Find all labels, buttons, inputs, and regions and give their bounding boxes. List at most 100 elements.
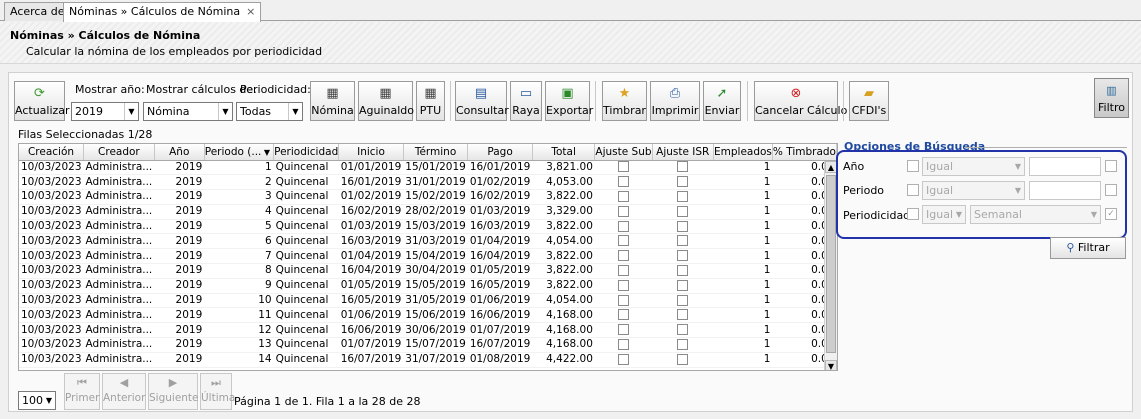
- row-checkbox[interactable]: [617, 220, 629, 232]
- row-checkbox[interactable]: [617, 190, 629, 202]
- consultar-button[interactable]: ▤ Consultar: [455, 81, 509, 121]
- search-anio-input[interactable]: [1029, 157, 1101, 176]
- row-checkbox[interactable]: [617, 324, 629, 336]
- search-anio-value-checkbox[interactable]: [1105, 160, 1117, 172]
- column-header[interactable]: Periodo (... ▼: [204, 144, 275, 161]
- primer-button[interactable]: ⏮ Primer: [64, 373, 100, 410]
- column-header[interactable]: Pago: [467, 144, 533, 161]
- row-checkbox[interactable]: [617, 309, 629, 321]
- calculos-table[interactable]: Creación Creador Año Periodo (... ▼ Periodic…: [18, 143, 838, 371]
- table-row[interactable]: 10/03/2023 Administra... 2019 11 Quincenal 01…: [19, 307, 837, 324]
- page-size-select[interactable]: 100 ▼: [18, 391, 56, 410]
- table-row[interactable]: 10/03/2023 Administra... 2019 2 Quincenal 16/…: [19, 174, 837, 191]
- column-header[interactable]: Creación: [19, 144, 85, 161]
- row-checkbox[interactable]: [677, 353, 689, 365]
- cancelar-calculo-button[interactable]: ⊗ Cancelar Cálculo: [754, 81, 847, 121]
- search-periodicidad-value-select[interactable]: Semanal ▼: [970, 205, 1101, 224]
- table-cell: 2019: [154, 248, 205, 265]
- anio-select[interactable]: 2019 ▼: [71, 102, 139, 121]
- search-periodicidad-operator[interactable]: Igual ▼: [922, 205, 966, 224]
- row-checkbox[interactable]: [617, 279, 629, 291]
- row-checkbox[interactable]: [677, 161, 689, 173]
- row-checkbox[interactable]: [617, 176, 629, 188]
- column-header[interactable]: Empleados: [713, 144, 773, 161]
- row-checkbox[interactable]: [677, 294, 689, 306]
- row-checkbox[interactable]: [617, 235, 629, 247]
- column-header[interactable]: Término: [403, 144, 469, 161]
- row-checkbox[interactable]: [677, 205, 689, 217]
- raya-button[interactable]: ▭ Raya: [510, 81, 542, 121]
- enviar-button[interactable]: ➚ Enviar: [703, 81, 741, 121]
- cfdis-button[interactable]: ▰ CFDI's: [849, 81, 889, 121]
- search-periodicidad-value-checkbox[interactable]: ✓: [1105, 208, 1117, 220]
- table-row[interactable]: 10/03/2023 Administra... 2019 7 Quincenal 01/…: [19, 248, 837, 265]
- exportar-button[interactable]: ▣ Exportar: [545, 81, 593, 121]
- anterior-button[interactable]: ◀ Anterior: [102, 373, 146, 410]
- column-header[interactable]: Ajuste ISR: [652, 144, 715, 161]
- column-header[interactable]: Ajuste Sub: [594, 144, 653, 161]
- row-checkbox[interactable]: [677, 324, 689, 336]
- table-row[interactable]: 10/03/2023 Administra... 2019 5 Quincenal 01/…: [19, 219, 837, 235]
- search-periodo-input[interactable]: [1029, 181, 1101, 200]
- search-periodo-operator[interactable]: Igual ▼: [922, 181, 1025, 200]
- table-row[interactable]: 10/03/2023 Administra... 2019 8 Quincenal 16/…: [19, 263, 837, 279]
- scroll-down-icon[interactable]: ▼: [825, 360, 837, 370]
- column-header[interactable]: Creador: [83, 144, 155, 161]
- search-periodicidad-checkbox[interactable]: [907, 208, 919, 220]
- timbrar-button[interactable]: ★ Timbrar: [602, 81, 647, 121]
- table-cell: 16/04/2019: [467, 248, 533, 265]
- table-row[interactable]: 10/03/2023 Administra... 2019 12 Quincenal 16…: [19, 322, 837, 339]
- table-row[interactable]: 10/03/2023 Administra... 2019 4 Quincenal 16/…: [19, 204, 837, 220]
- column-header[interactable]: Año: [154, 144, 205, 161]
- row-checkbox[interactable]: [677, 250, 689, 262]
- imprimir-button[interactable]: ⎙ Imprimir: [650, 81, 700, 121]
- row-checkbox[interactable]: [617, 264, 629, 276]
- aguinaldo-button[interactable]: ▦ Aguinaldo: [358, 81, 414, 121]
- table-row[interactable]: 10/03/2023 Administra... 2019 1 Quincenal 01/…: [19, 160, 837, 176]
- row-checkbox[interactable]: [677, 279, 689, 291]
- filtrar-button[interactable]: ⚲ Filtrar: [1050, 237, 1126, 259]
- row-checkbox[interactable]: [677, 309, 689, 321]
- table-row[interactable]: 10/03/2023 Administra... 2019 10 Quincenal 16…: [19, 293, 837, 309]
- table-cell: 3,329.00: [532, 204, 595, 220]
- tab-acerca-de[interactable]: Acerca de: [4, 2, 71, 21]
- row-checkbox[interactable]: [617, 353, 629, 365]
- column-header[interactable]: Periodicidad: [273, 144, 340, 161]
- row-checkbox[interactable]: [617, 205, 629, 217]
- table-row[interactable]: 10/03/2023 Administra... 2019 3 Quincenal 01/…: [19, 189, 837, 205]
- tab-calculos-nomina[interactable]: Nóminas » Cálculos de Nómina ×: [63, 2, 262, 22]
- table-cell: 31/01/2019: [403, 174, 468, 191]
- row-checkbox[interactable]: [617, 294, 629, 306]
- siguiente-button[interactable]: ▶ Siguiente: [148, 373, 199, 410]
- row-checkbox[interactable]: [677, 264, 689, 276]
- nomina-button[interactable]: ▦ Nómina: [310, 81, 355, 121]
- table-cell: Administra...: [83, 322, 155, 339]
- filtro-toggle-button[interactable]: ▥ Filtro: [1094, 78, 1129, 118]
- table-row[interactable]: 10/03/2023 Administra... 2019 13 Quincenal 01…: [19, 337, 837, 353]
- scroll-thumb[interactable]: [826, 175, 836, 353]
- search-periodo-checkbox[interactable]: [907, 184, 919, 196]
- row-checkbox[interactable]: [677, 176, 689, 188]
- actualizar-button[interactable]: ⟳ Actualizar: [14, 81, 70, 121]
- ultima-button[interactable]: ⏭ Última: [200, 373, 235, 410]
- periodicidad-select[interactable]: Todas ▼: [236, 102, 303, 121]
- table-row[interactable]: 10/03/2023 Administra... 2019 9 Quincenal 01/…: [19, 278, 837, 294]
- search-anio-operator[interactable]: Igual ▼: [922, 157, 1025, 176]
- column-header[interactable]: Total: [532, 144, 596, 161]
- row-checkbox[interactable]: [677, 220, 689, 232]
- close-icon[interactable]: ×: [246, 5, 255, 18]
- table-row[interactable]: 10/03/2023 Administra... 2019 14 Quincenal 16…: [19, 352, 837, 368]
- row-checkbox[interactable]: [677, 235, 689, 247]
- row-checkbox[interactable]: [677, 190, 689, 202]
- ptu-button[interactable]: ▦ PTU: [416, 81, 445, 121]
- row-checkbox[interactable]: [677, 338, 689, 350]
- search-anio-checkbox[interactable]: [907, 160, 919, 172]
- calculos-select[interactable]: Nómina ▼: [143, 102, 233, 121]
- row-checkbox[interactable]: [617, 250, 629, 262]
- column-header[interactable]: Inicio: [338, 144, 404, 161]
- column-header[interactable]: % Timbrado: [772, 144, 837, 161]
- row-checkbox[interactable]: [617, 338, 629, 350]
- search-periodo-value-checkbox[interactable]: [1105, 184, 1117, 196]
- row-checkbox[interactable]: [617, 161, 629, 173]
- table-row[interactable]: 10/03/2023 Administra... 2019 6 Quincenal 16/…: [19, 233, 837, 250]
